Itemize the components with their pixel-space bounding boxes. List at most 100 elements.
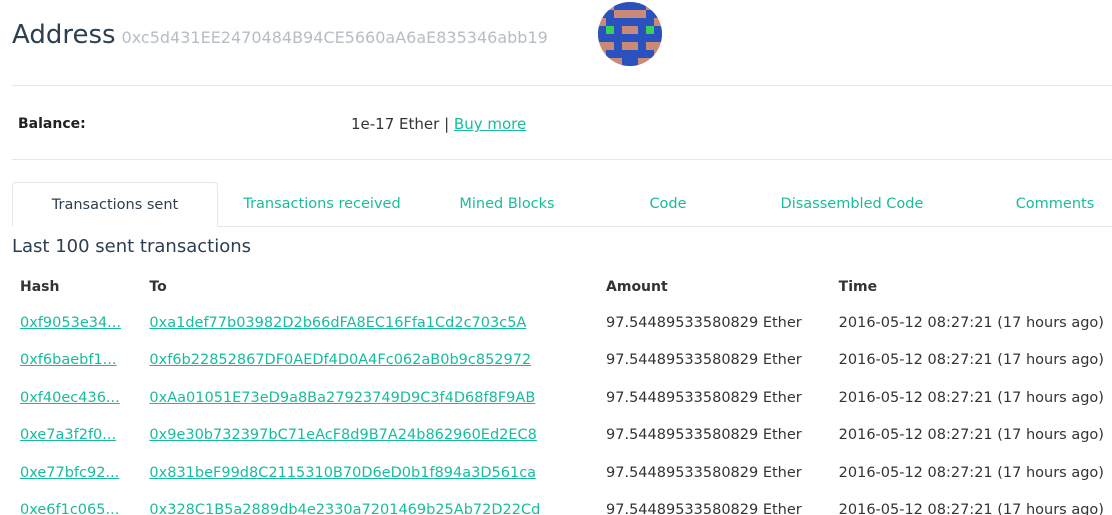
identicon-block [622,58,630,66]
identicon-block [646,50,654,58]
time-cell: 2016-05-12 08:27:21 (17 hours ago) [838,427,1104,444]
identicon-block [622,50,630,58]
identicon-block [598,10,606,18]
identicon-block [622,2,630,10]
identicon-block [654,34,662,42]
to-address-link[interactable]: 0x831beF99d8C2115310B70D6eD0b1f894a3D561… [149,465,536,481]
column-header-hash: Hash [20,279,60,295]
identicon-block [614,42,622,50]
page-title: Address [12,20,116,50]
identicon-block [638,42,646,50]
table-row: 0xe6f1c065... 0x328C1B5a2889db4e2330a720… [12,492,1112,515]
identicon-block [622,34,630,42]
identicon-block [614,18,622,26]
hash-cell: 0xe7a3f2f0... [12,417,141,455]
identicon-block [630,34,638,42]
to-cell: 0x831beF99d8C2115310B70D6eD0b1f894a3D561… [141,454,598,492]
identicon-block [630,58,638,66]
identicon-block [598,34,606,42]
time-cell: 2016-05-12 08:27:21 (17 hours ago) [838,502,1104,515]
hash-cell: 0xf9053e34... [12,304,141,342]
to-address-link[interactable]: 0xAa01051E73eD9a8Ba27923749D9C3f4D68f8F9… [149,390,535,406]
column-header-amount: Amount [606,279,668,295]
identicon-block [638,26,646,34]
column-header-to: To [149,279,167,295]
amount-cell: 97.54489533580829 Ether [606,502,802,515]
balance-row: 1e-17 Ether | Buy more [351,115,526,133]
identicon-block [654,26,662,34]
identicon-block [614,2,622,10]
balance-label: Balance: [18,116,86,132]
section-title: Last 100 sent transactions [12,236,251,257]
balance-separator: | [439,115,454,133]
identicon-avatar [598,2,662,66]
column-header-time: Time [838,279,878,295]
tx-hash-link[interactable]: 0xf40ec436... [20,390,120,406]
time-cell: 2016-05-12 08:27:21 (17 hours ago) [838,464,1104,481]
identicon-block [614,26,622,34]
buy-more-link[interactable]: Buy more [454,115,526,133]
tx-hash-link[interactable]: 0xe77bfc92... [20,465,119,481]
tab-disassembled-code[interactable]: Disassembled Code [778,182,926,226]
tab-transactions-received[interactable]: Transactions received [234,182,410,226]
identicon-block [606,34,614,42]
address-hash: 0xc5d431EE2470484B94CE5660aA6aE835346abb… [121,28,548,47]
tab-comments[interactable]: Comments [1010,182,1100,226]
amount-cell: 97.54489533580829 Ether [606,389,802,406]
amount-cell: 97.54489533580829 Ether [606,427,802,444]
table-row: 0xf40ec436... 0xAa01051E73eD9a8Ba2792374… [12,379,1112,417]
amount-cell: 97.54489533580829 Ether [606,314,802,331]
identicon-block [630,18,638,26]
to-address-link[interactable]: 0x328C1B5a2889db4e2330a7201469b25Ab72D22… [149,502,540,515]
table-row: 0xf9053e34... 0xa1def77b03982D2b66dFA8EC… [12,304,1112,342]
identicon-block [606,26,614,34]
to-cell: 0xAa01051E73eD9a8Ba27923749D9C3f4D68f8F9… [141,379,598,417]
balance-value: 1e-17 Ether [351,115,440,133]
to-cell: 0xa1def77b03982D2b66dFA8EC16Ffa1Cd2c703c… [141,304,598,342]
page-header: Address 0xc5d431EE2470484B94CE5660aA6aE8… [12,20,548,56]
time-cell: 2016-05-12 08:27:21 (17 hours ago) [838,314,1104,331]
tx-hash-link[interactable]: 0xf9053e34... [20,315,121,331]
identicon-block [646,18,654,26]
identicon-block [646,26,654,34]
hash-cell: 0xf6baebf1... [12,342,141,380]
hash-cell: 0xf40ec436... [12,379,141,417]
amount-cell: 97.54489533580829 Ether [606,464,802,481]
identicon-block [622,18,630,26]
identicon-block [630,2,638,10]
identicon-block [614,34,622,42]
time-cell: 2016-05-12 08:27:21 (17 hours ago) [838,352,1104,369]
identicon-block [646,34,654,42]
table-row: 0xe77bfc92... 0x831beF99d8C2115310B70D6e… [12,454,1112,492]
identicon-block [638,18,646,26]
to-address-link[interactable]: 0xf6b22852867DF0AEDf4D0A4Fc062aB0b9c8529… [149,352,531,368]
tx-hash-link[interactable]: 0xe6f1c065... [20,502,119,515]
tab-mined-blocks[interactable]: Mined Blocks [452,182,562,226]
identicon-block [614,50,622,58]
tx-hash-link[interactable]: 0xe7a3f2f0... [20,427,116,443]
to-address-link[interactable]: 0xa1def77b03982D2b66dFA8EC16Ffa1Cd2c703c… [149,315,526,331]
identicon-block [638,34,646,42]
hash-cell: 0xe6f1c065... [12,492,141,515]
table-row: 0xe7a3f2f0... 0x9e30b732397bC71eAcF8d9B7… [12,417,1112,455]
identicon-block [606,10,614,18]
identicon-block [646,10,654,18]
tab-bar: Transactions sent Transactions received … [12,182,1112,227]
table-header-row: Hash To Amount Time [12,270,1112,304]
tab-transactions-sent[interactable]: Transactions sent [12,182,218,227]
address-page: Address 0xc5d431EE2470484B94CE5660aA6aE8… [12,0,1112,515]
identicon-block [598,26,606,34]
identicon-block [606,50,614,58]
tab-code[interactable]: Code [640,182,696,226]
to-address-link[interactable]: 0x9e30b732397bC71eAcF8d9B7A24b862960Ed2E… [149,427,537,443]
transactions-table: Hash To Amount Time 0xf9053e34... 0xa1de… [12,270,1112,515]
hash-cell: 0xe77bfc92... [12,454,141,492]
identicon-block [638,2,646,10]
table-row: 0xf6baebf1... 0xf6b22852867DF0AEDf4D0A4F… [12,342,1112,380]
identicon-block [638,50,646,58]
divider [12,159,1112,160]
divider [12,85,1112,86]
to-cell: 0x9e30b732397bC71eAcF8d9B7A24b862960Ed2E… [141,417,598,455]
tx-hash-link[interactable]: 0xf6baebf1... [20,352,117,368]
to-cell: 0xf6b22852867DF0AEDf4D0A4Fc062aB0b9c8529… [141,342,598,380]
